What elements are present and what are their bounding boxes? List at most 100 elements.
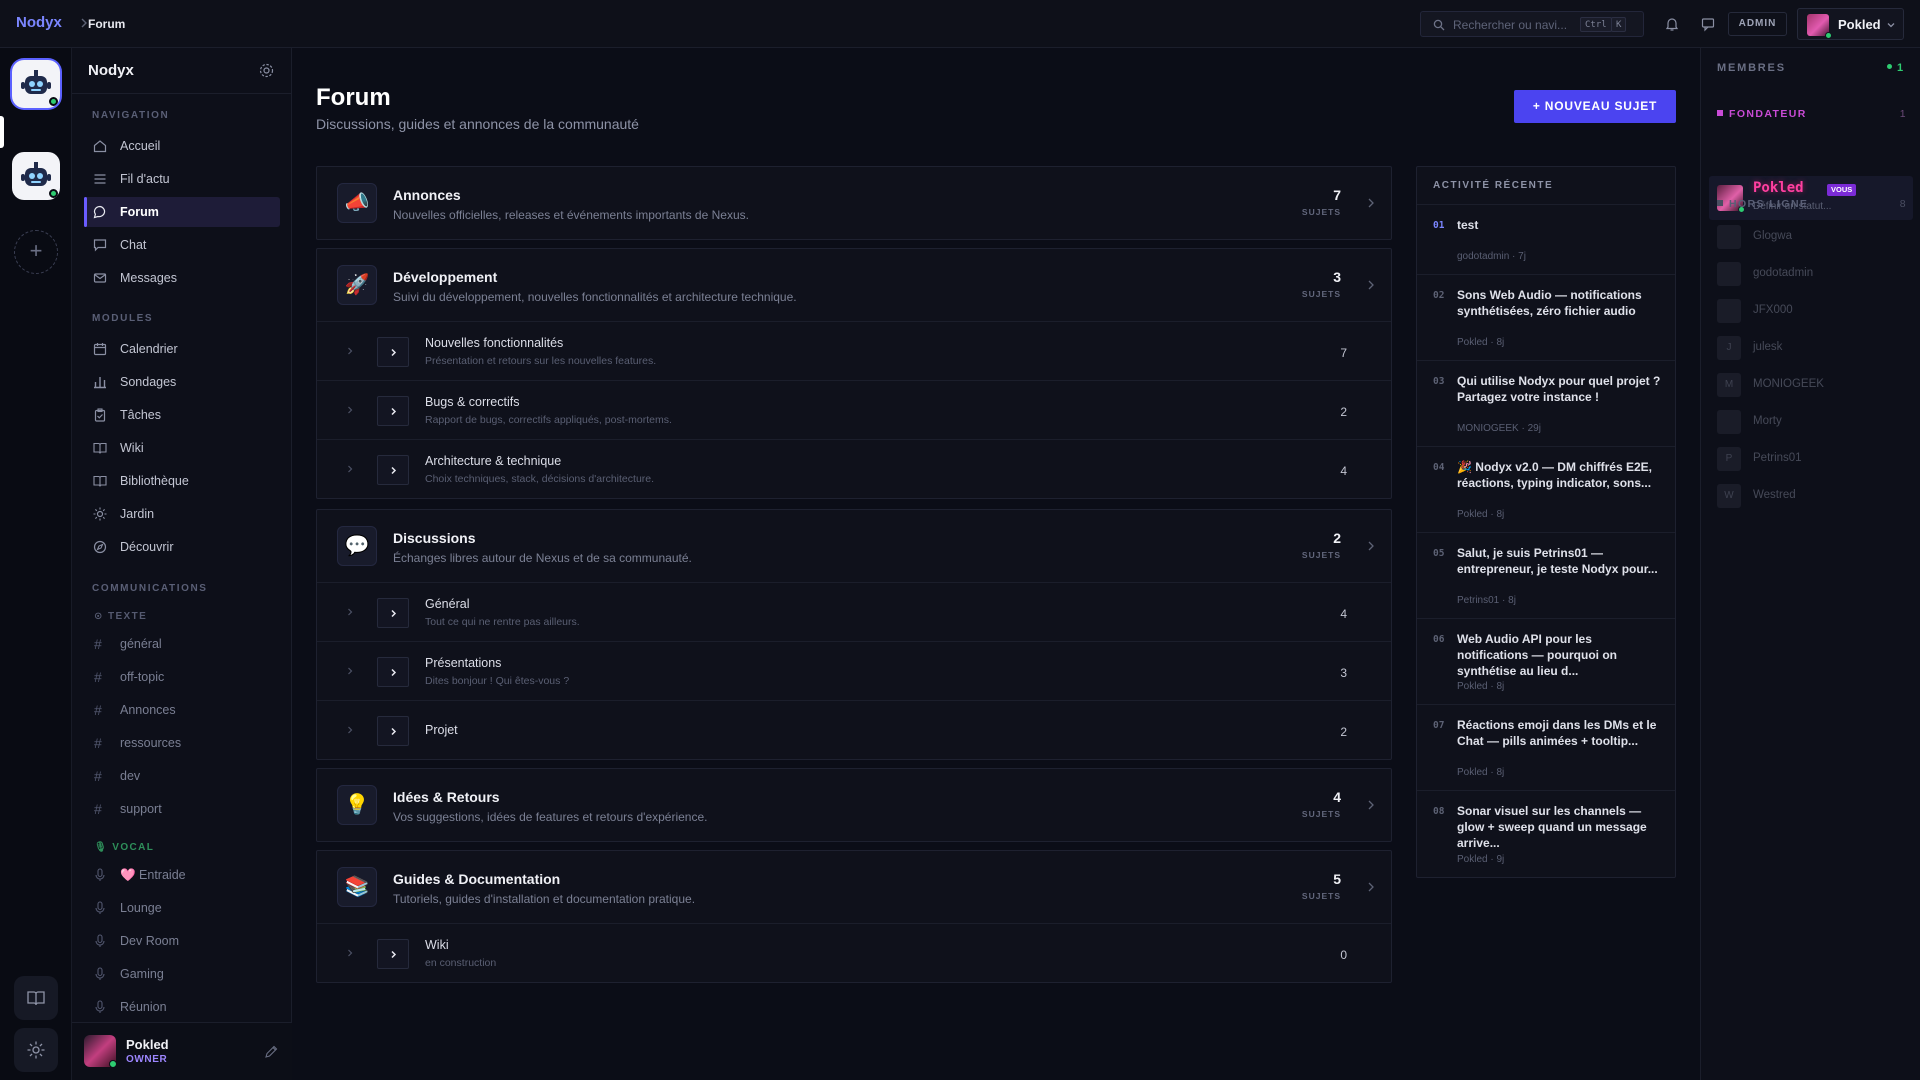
sidebar-item-wiki[interactable]: Wiki: [84, 433, 280, 463]
subcategory-row[interactable]: Projet 2: [317, 700, 1391, 759]
member-offline[interactable]: Morty: [1717, 407, 1907, 437]
member-name: Pokled: [1753, 180, 1804, 196]
sidebar-item-jardin[interactable]: Jardin: [84, 499, 280, 529]
subcategory-description: Rapport de bugs, correctifs appliqués, p…: [425, 414, 672, 426]
voice-channel-entraide[interactable]: 🩷 Entraide: [84, 860, 280, 890]
chevron-right-icon: [391, 407, 397, 416]
channel-general[interactable]: # général: [84, 629, 280, 659]
sidebar-item-messages[interactable]: Messages: [84, 263, 280, 293]
add-server-button[interactable]: +: [14, 230, 58, 274]
subcategory-row[interactable]: Wiki en construction 0: [317, 923, 1391, 982]
kbd-ctrl: Ctrl: [1580, 17, 1612, 32]
activity-item[interactable]: 02 Sons Web Audio — notifications synthé…: [1417, 275, 1675, 361]
group-color-marker: [1717, 110, 1723, 116]
sun-icon: [93, 507, 107, 521]
new-topic-button[interactable]: + NOUVEAU SUJET: [1514, 90, 1676, 123]
channel-dev[interactable]: # dev: [84, 761, 280, 791]
brand-logo[interactable]: Nodyx: [16, 14, 62, 31]
member-name: MONIOGEEK: [1753, 378, 1824, 390]
member-offline[interactable]: P Petrins01: [1717, 444, 1907, 474]
channel-annonces[interactable]: # Annonces: [84, 695, 280, 725]
sidebar-item-taches[interactable]: Tâches: [84, 400, 280, 430]
messages-icon[interactable]: [1700, 16, 1716, 32]
member-offline[interactable]: Jjulesk: [1717, 333, 1907, 363]
sidebar-item-forum[interactable]: Forum: [84, 197, 280, 227]
member-offline[interactable]: W Westred: [1717, 481, 1907, 511]
avatar: J: [1717, 336, 1741, 360]
channel-ressources[interactable]: # ressources: [84, 728, 280, 758]
category-description: Suivi du développement, nouvelles foncti…: [393, 290, 797, 304]
mail-icon: [93, 273, 107, 283]
channel-support[interactable]: # support: [84, 794, 280, 824]
compass-icon: [93, 540, 107, 554]
sidebar-item-chat[interactable]: Chat: [84, 230, 280, 260]
category-name: Annonces: [393, 187, 461, 203]
gear-icon: [27, 1041, 45, 1059]
subcategory-icon: [377, 396, 409, 426]
voice-channel-gaming[interactable]: Gaming: [84, 959, 280, 989]
activity-item[interactable]: 04 🎉 Nodyx v2.0 — DM chiffrés E2E, réact…: [1417, 447, 1675, 533]
calendar-icon: [93, 343, 107, 356]
sidebar-item-bibliotheque[interactable]: Bibliothèque: [84, 466, 280, 496]
admin-button[interactable]: ADMIN: [1728, 12, 1787, 36]
member-offline[interactable]: Glogwa: [1717, 222, 1907, 252]
section-modules: MODULES: [92, 313, 154, 324]
server-secondary[interactable]: [12, 152, 60, 200]
activity-item[interactable]: 05 Salut, je suis Petrins01 — entreprene…: [1417, 533, 1675, 619]
sidebar-item-calendrier[interactable]: Calendrier: [84, 334, 280, 364]
subcategory-name: Bugs & correctifs: [425, 395, 520, 409]
category-header[interactable]: 📚 Guides & Documentation Tutoriels, guid…: [317, 851, 1391, 923]
edit-icon[interactable]: [264, 1045, 278, 1059]
category-header[interactable]: 📣 Annonces Nouvelles officielles, releas…: [317, 167, 1391, 239]
online-indicator: [49, 97, 58, 106]
search-input[interactable]: Rechercher ou navi... Ctrl K: [1420, 11, 1644, 37]
member-offline[interactable]: godotadmin: [1717, 259, 1907, 289]
voice-channel-dev-room[interactable]: Dev Room: [84, 926, 280, 956]
hash-icon: #: [94, 636, 102, 652]
category-count-label: SUJETS: [1301, 891, 1341, 901]
category-header[interactable]: 💬 Discussions Échanges libres autour de …: [317, 510, 1391, 582]
subcategory-count: 4: [1340, 464, 1347, 478]
activity-item[interactable]: 08 Sonar visuel sur les channels — glow …: [1417, 791, 1675, 877]
voice-channel-lounge[interactable]: Lounge: [84, 893, 280, 923]
subcategory-icon: [377, 716, 409, 746]
subcategory-row[interactable]: Bugs & correctifs Rapport de bugs, corre…: [317, 380, 1391, 439]
sidebar-item-accueil[interactable]: Accueil: [84, 131, 280, 161]
member-name: Petrins01: [1753, 452, 1802, 464]
gear-icon[interactable]: [258, 62, 275, 79]
voice-channel-reunion[interactable]: Réunion: [84, 992, 280, 1022]
server-nodyx[interactable]: [12, 60, 60, 108]
activity-item[interactable]: 01 test godotadmin · 7j: [1417, 205, 1675, 275]
member-name: Westred: [1753, 489, 1796, 501]
subcategory-row[interactable]: Présentations Dites bonjour ! Qui êtes-v…: [317, 641, 1391, 700]
sidebar-item-decouvrir[interactable]: Découvrir: [84, 532, 280, 562]
channel-sidebar: Nodyx NAVIGATION Accueil Fil d'actu Foru…: [72, 48, 292, 1080]
activity-meta: godotadmin · 7j: [1457, 251, 1526, 262]
main-content: Forum Discussions, guides et annonces de…: [292, 48, 1700, 1080]
settings-button[interactable]: [14, 1028, 58, 1072]
category-count: 2: [1333, 530, 1341, 546]
bell-icon[interactable]: [1664, 16, 1680, 32]
megaphone-icon: 📣: [337, 183, 377, 223]
subcategory-row[interactable]: Architecture & technique Choix technique…: [317, 439, 1391, 498]
member-offline[interactable]: M MONIOGEEK: [1717, 370, 1907, 400]
sidebar-item-sondages[interactable]: Sondages: [84, 367, 280, 397]
books-icon: 📚: [337, 867, 377, 907]
subcategory-row[interactable]: Nouvelles fonctionnalités Présentation e…: [317, 321, 1391, 380]
category-description: Nouvelles officielles, releases et événe…: [393, 208, 749, 222]
subcategory-icon: [377, 455, 409, 485]
activity-item[interactable]: 03 Qui utilise Nodyx pour quel projet ? …: [1417, 361, 1675, 447]
sidebar-item-fil-dactu[interactable]: Fil d'actu: [84, 164, 280, 194]
group-color-marker: [1717, 200, 1723, 206]
category-header[interactable]: 💡 Idées & Retours Vos suggestions, idées…: [317, 769, 1391, 841]
subcategory-row[interactable]: Général Tout ce qui ne rentre pas ailleu…: [317, 582, 1391, 641]
activity-item[interactable]: 07 Réactions emoji dans les DMs et le Ch…: [1417, 705, 1675, 791]
activity-item[interactable]: 06 Web Audio API pour les notifications …: [1417, 619, 1675, 705]
channel-off-topic[interactable]: # off-topic: [84, 662, 280, 692]
group-offline: HORS LIGNE 8: [1717, 198, 1907, 210]
category-header[interactable]: 🚀 Développement Suivi du développement, …: [317, 249, 1391, 321]
library-button[interactable]: [14, 976, 58, 1020]
member-offline[interactable]: JFX000: [1717, 296, 1907, 326]
sidebar-item-label: Wiki: [120, 441, 144, 455]
user-menu[interactable]: Pokled: [1797, 8, 1904, 40]
